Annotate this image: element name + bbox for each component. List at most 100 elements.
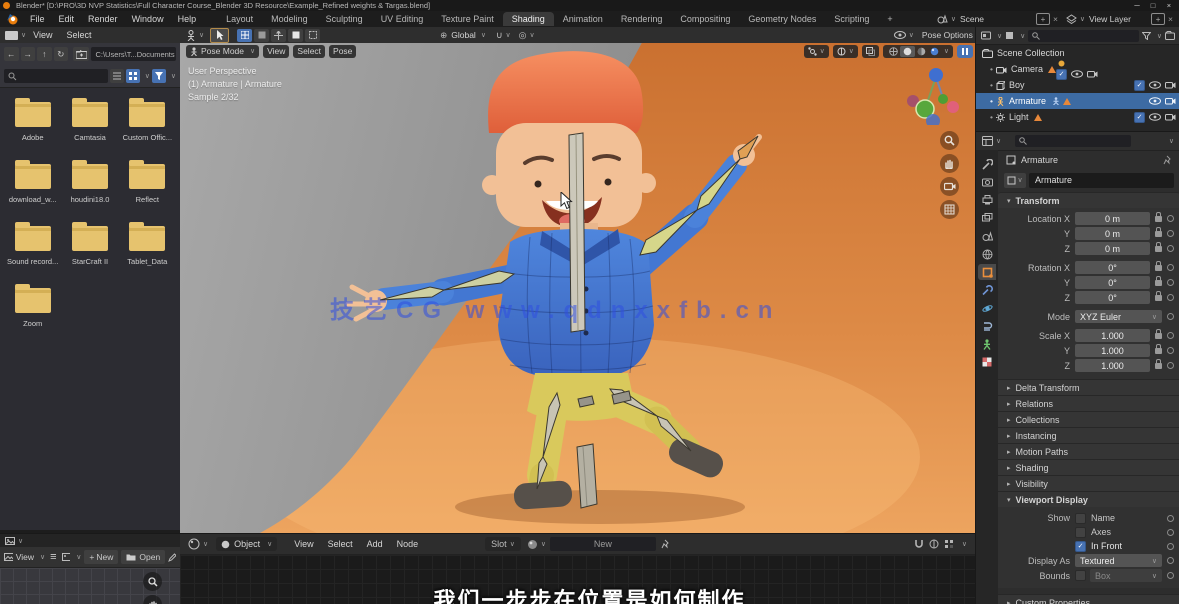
tab-scene[interactable] [978, 228, 996, 244]
panel-custom-properties[interactable]: ▸Custom Properties [998, 594, 1179, 604]
display-mode-dropdown[interactable]: ∨ [145, 72, 150, 80]
hamburger-menu-icon[interactable]: ≡ [50, 551, 56, 563]
mode-selector[interactable]: Pose Mode ∨ [186, 45, 259, 58]
rotation-z-field[interactable]: 0° [1075, 291, 1150, 304]
panel-collections[interactable]: ▸Collections [998, 411, 1179, 427]
image-move-button[interactable] [143, 595, 162, 604]
remove-view-layer-icon[interactable]: × [1168, 14, 1173, 24]
cursor-tool-3d-button[interactable] [305, 29, 320, 42]
rendered-shading-button[interactable] [928, 47, 941, 56]
folder-item[interactable]: Tablet_Data [119, 226, 176, 266]
display-vertical-list-button[interactable] [110, 69, 124, 83]
proportional-dropdown[interactable]: ∨ [530, 31, 535, 39]
disable-render-icon[interactable] [1165, 81, 1176, 89]
zoom-button[interactable] [940, 131, 959, 150]
tab-uv-editing[interactable]: UV Editing [372, 12, 433, 26]
exclude-checkbox[interactable]: ✓ [1056, 69, 1067, 80]
navigation-gizmo[interactable] [903, 63, 961, 125]
tab-world[interactable] [978, 246, 996, 262]
tab-rendering[interactable]: Rendering [612, 12, 672, 26]
image-editor-canvas[interactable] [0, 568, 180, 604]
create-folder-button[interactable] [73, 47, 89, 61]
rotation-mode-dropdown[interactable]: XYZ Euler∨ [1075, 310, 1162, 323]
select-lasso-button[interactable] [288, 29, 303, 42]
bounds-dropdown[interactable]: Box ∨ [1090, 569, 1162, 582]
armature-mode-icon[interactable] [186, 30, 196, 41]
object-name-field[interactable]: Armature [1029, 173, 1174, 188]
file-browser-menu-view[interactable]: View [26, 30, 59, 40]
panel-relations[interactable]: ▸Relations [998, 395, 1179, 411]
material-datablock-field[interactable]: New [550, 537, 656, 551]
file-search-input[interactable] [4, 69, 108, 83]
gizmo-y-axis-neg[interactable] [938, 94, 948, 104]
shader-menu-select[interactable]: Select [321, 539, 360, 549]
hide-eye-icon[interactable] [1071, 70, 1083, 78]
proportional-edit-icon[interactable]: ◎ [519, 30, 527, 41]
folder-item[interactable]: Camtasia [61, 102, 118, 142]
shader-menu-view[interactable]: View [287, 539, 320, 549]
menu-file[interactable]: File [23, 14, 52, 24]
tab-object[interactable] [978, 264, 996, 280]
editor-type-dropdown[interactable]: ∨ [203, 540, 208, 548]
outliner-search-input[interactable] [1028, 30, 1139, 42]
scene-name-field[interactable]: Scene [960, 14, 1030, 24]
image-browse-icon[interactable] [62, 553, 71, 561]
material-sphere-icon[interactable] [527, 539, 538, 550]
display-thumbnail-button[interactable] [126, 69, 140, 83]
tab-compositing[interactable]: Compositing [671, 12, 739, 26]
filter-funnel-icon[interactable] [1142, 32, 1151, 40]
animate-dot-icon[interactable] [1167, 215, 1174, 222]
camera-view-button[interactable] [940, 177, 959, 196]
folder-item[interactable]: Adobe [4, 102, 61, 142]
file-browser-menu-select[interactable]: Select [59, 30, 98, 40]
outliner-row-light[interactable]: • Light ✓ [976, 109, 1179, 125]
rotation-x-field[interactable]: 0° [1075, 261, 1150, 274]
exclude-checkbox[interactable]: ✓ [1134, 112, 1145, 123]
new-scene-icon[interactable]: + [1036, 13, 1050, 25]
tab-output[interactable] [978, 192, 996, 208]
material-slot-dropdown[interactable]: Slot ∨ [485, 537, 521, 551]
panel-motion-paths[interactable]: ▸Motion Paths [998, 443, 1179, 459]
add-workspace-button[interactable]: + [878, 12, 901, 26]
select-tool-button[interactable] [210, 28, 229, 43]
minimize-button[interactable]: ─ [1129, 1, 1145, 10]
new-collection-icon[interactable] [1165, 31, 1175, 40]
tab-shading[interactable]: Shading [503, 12, 554, 26]
properties-options-dropdown[interactable]: ∨ [1169, 137, 1174, 145]
animate-dot-icon[interactable] [1167, 557, 1174, 564]
file-browser-type-icon[interactable] [5, 31, 18, 40]
move-view-button[interactable] [940, 154, 959, 173]
tab-animation[interactable]: Animation [554, 12, 612, 26]
image-editor-type-icon[interactable] [5, 537, 15, 545]
location-x-field[interactable]: 0 m [1075, 212, 1150, 225]
material-browse-dropdown[interactable]: ∨ [541, 540, 546, 548]
view-object-types-icon[interactable] [894, 31, 906, 39]
transform-panel-header[interactable]: ▾ Transform [998, 192, 1179, 208]
shader-editor-type-icon[interactable] [188, 538, 200, 550]
object-browse-button[interactable]: ∨ [1004, 173, 1026, 188]
outliner-display-dropdown[interactable]: ∨ [997, 32, 1002, 40]
unlink-scene-icon[interactable]: × [1053, 14, 1058, 24]
tab-sculpting[interactable]: Sculpting [317, 12, 372, 26]
panel-delta-transform[interactable]: ▸Delta Transform [998, 379, 1179, 395]
close-button[interactable]: × [1161, 1, 1177, 10]
nav-forward-button[interactable]: → [21, 47, 36, 61]
animate-dot-icon[interactable] [1167, 313, 1174, 320]
pin-icon[interactable] [661, 539, 670, 549]
new-image-button[interactable]: + New [84, 550, 118, 564]
material-shading-button[interactable] [915, 47, 928, 56]
tab-modifiers[interactable] [978, 282, 996, 298]
outliner-row-camera[interactable]: • Camera ✓ [976, 61, 1179, 77]
view-layer-browse-dropdown[interactable]: ∨ [1080, 15, 1085, 23]
tab-tool[interactable] [978, 156, 996, 172]
lock-icon[interactable] [1155, 216, 1162, 222]
panel-visibility[interactable]: ▸Visibility [998, 475, 1179, 491]
animate-dot-icon[interactable] [1167, 529, 1174, 536]
hide-eye-icon[interactable] [1149, 97, 1161, 105]
properties-type-icon[interactable] [982, 136, 993, 146]
outliner-filter-dropdown[interactable]: ∨ [1157, 32, 1162, 40]
gizmo-x-axis[interactable] [947, 101, 959, 113]
animate-dot-icon[interactable] [1167, 279, 1174, 286]
animate-dot-icon[interactable] [1167, 245, 1174, 252]
lock-icon[interactable] [1155, 333, 1162, 339]
